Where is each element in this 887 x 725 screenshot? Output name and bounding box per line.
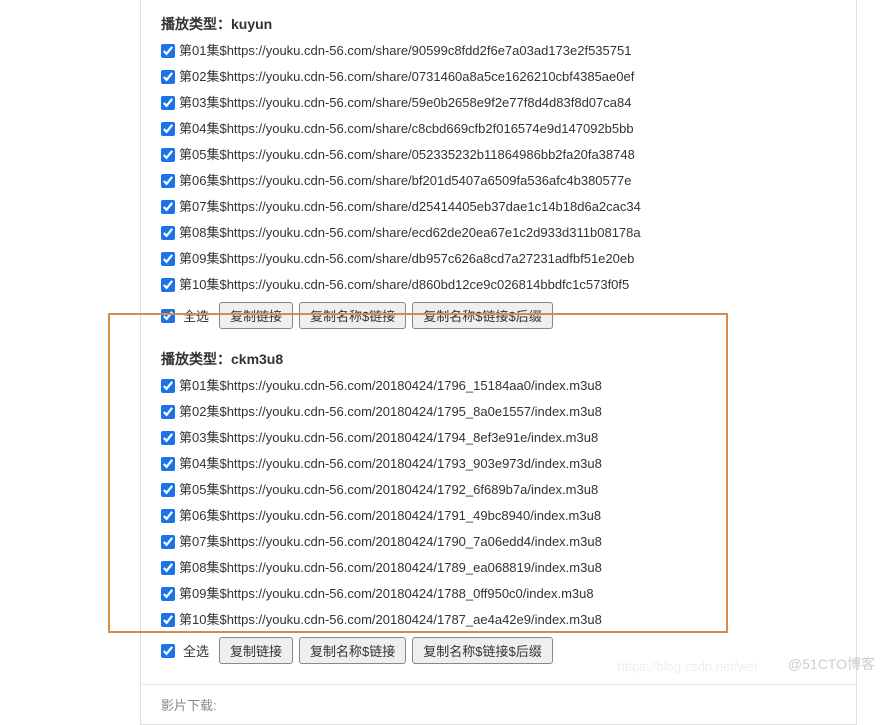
link-checkbox[interactable] — [161, 174, 175, 188]
link-row: 第05集$https://youku.cdn-56.com/20180424/1… — [161, 477, 836, 503]
link-row: 第04集$https://youku.cdn-56.com/20180424/1… — [161, 451, 836, 477]
type-name: ckm3u8 — [231, 351, 283, 367]
link-checkbox[interactable] — [161, 457, 175, 471]
link-checkbox[interactable] — [161, 379, 175, 393]
actions-row: 全选 复制链接 复制名称$链接 复制名称$链接$后缀 — [161, 298, 836, 337]
link-text: 第05集$https://youku.cdn-56.com/20180424/1… — [179, 480, 598, 500]
link-row: 第09集$https://youku.cdn-56.com/20180424/1… — [161, 581, 836, 607]
section-header: 播放类型：kuyun — [161, 8, 836, 38]
link-text: 第09集$https://youku.cdn-56.com/share/db95… — [179, 249, 634, 269]
play-section-kuyun: 播放类型：kuyun 第01集$https://youku.cdn-56.com… — [141, 8, 856, 343]
select-all-label: 全选 — [183, 306, 209, 325]
type-label: 播放类型： — [161, 351, 231, 367]
download-section: 影片下载: — [141, 684, 856, 724]
link-row: 第10集$https://youku.cdn-56.com/share/d860… — [161, 272, 836, 298]
link-row: 第03集$https://youku.cdn-56.com/share/59e0… — [161, 90, 836, 116]
link-text: 第07集$https://youku.cdn-56.com/share/d254… — [179, 197, 641, 217]
link-checkbox[interactable] — [161, 122, 175, 136]
link-row: 第07集$https://youku.cdn-56.com/share/d254… — [161, 194, 836, 220]
link-row: 第08集$https://youku.cdn-56.com/share/ecd6… — [161, 220, 836, 246]
select-all-label: 全选 — [183, 641, 209, 660]
link-text: 第04集$https://youku.cdn-56.com/share/c8cb… — [179, 119, 634, 139]
type-label: 播放类型： — [161, 16, 231, 32]
link-checkbox[interactable] — [161, 431, 175, 445]
watermark: @51CTO博客 — [788, 654, 875, 674]
link-checkbox[interactable] — [161, 561, 175, 575]
link-text: 第09集$https://youku.cdn-56.com/20180424/1… — [179, 584, 594, 604]
select-all-checkbox[interactable] — [161, 644, 175, 658]
link-row: 第07集$https://youku.cdn-56.com/20180424/1… — [161, 529, 836, 555]
link-row: 第02集$https://youku.cdn-56.com/20180424/1… — [161, 399, 836, 425]
link-row: 第01集$https://youku.cdn-56.com/20180424/1… — [161, 373, 836, 399]
copy-name-link-button[interactable]: 复制名称$链接 — [299, 302, 406, 329]
link-text: 第03集$https://youku.cdn-56.com/share/59e0… — [179, 93, 631, 113]
copy-name-link-suffix-button[interactable]: 复制名称$链接$后缀 — [412, 637, 552, 664]
link-list: 第01集$https://youku.cdn-56.com/share/9059… — [161, 38, 836, 298]
section-header: 播放类型：ckm3u8 — [161, 343, 836, 373]
link-checkbox[interactable] — [161, 226, 175, 240]
link-text: 第04集$https://youku.cdn-56.com/20180424/1… — [179, 454, 602, 474]
link-checkbox[interactable] — [161, 535, 175, 549]
download-label: 影片下载: — [161, 698, 217, 713]
link-checkbox[interactable] — [161, 70, 175, 84]
play-section-ckm3u8: 播放类型：ckm3u8 第01集$https://youku.cdn-56.co… — [141, 343, 856, 678]
link-checkbox[interactable] — [161, 278, 175, 292]
link-text: 第03集$https://youku.cdn-56.com/20180424/1… — [179, 428, 598, 448]
link-row: 第06集$https://youku.cdn-56.com/share/bf20… — [161, 168, 836, 194]
link-text: 第02集$https://youku.cdn-56.com/share/0731… — [179, 67, 634, 87]
copy-name-link-button[interactable]: 复制名称$链接 — [299, 637, 406, 664]
link-list: 第01集$https://youku.cdn-56.com/20180424/1… — [161, 373, 836, 633]
link-text: 第08集$https://youku.cdn-56.com/share/ecd6… — [179, 223, 641, 243]
watermark-faint: https://blog.csdn.net/wei — [618, 659, 757, 674]
copy-name-link-suffix-button[interactable]: 复制名称$链接$后缀 — [412, 302, 552, 329]
link-text: 第10集$https://youku.cdn-56.com/20180424/1… — [179, 610, 602, 630]
link-text: 第07集$https://youku.cdn-56.com/20180424/1… — [179, 532, 602, 552]
link-row: 第10集$https://youku.cdn-56.com/20180424/1… — [161, 607, 836, 633]
link-row: 第06集$https://youku.cdn-56.com/20180424/1… — [161, 503, 836, 529]
link-row: 第08集$https://youku.cdn-56.com/20180424/1… — [161, 555, 836, 581]
type-name: kuyun — [231, 16, 272, 32]
link-text: 第08集$https://youku.cdn-56.com/20180424/1… — [179, 558, 602, 578]
link-checkbox[interactable] — [161, 509, 175, 523]
link-checkbox[interactable] — [161, 148, 175, 162]
link-row: 第05集$https://youku.cdn-56.com/share/0523… — [161, 142, 836, 168]
link-text: 第06集$https://youku.cdn-56.com/share/bf20… — [179, 171, 631, 191]
link-text: 第01集$https://youku.cdn-56.com/share/9059… — [179, 41, 631, 61]
link-checkbox[interactable] — [161, 252, 175, 266]
link-row: 第01集$https://youku.cdn-56.com/share/9059… — [161, 38, 836, 64]
link-text: 第10集$https://youku.cdn-56.com/share/d860… — [179, 275, 629, 295]
copy-link-button[interactable]: 复制链接 — [219, 302, 293, 329]
link-checkbox[interactable] — [161, 200, 175, 214]
link-checkbox[interactable] — [161, 96, 175, 110]
link-text: 第05集$https://youku.cdn-56.com/share/0523… — [179, 145, 635, 165]
link-text: 第01集$https://youku.cdn-56.com/20180424/1… — [179, 376, 602, 396]
link-checkbox[interactable] — [161, 405, 175, 419]
link-checkbox[interactable] — [161, 587, 175, 601]
select-all-checkbox[interactable] — [161, 309, 175, 323]
link-checkbox[interactable] — [161, 483, 175, 497]
link-checkbox[interactable] — [161, 44, 175, 58]
copy-link-button[interactable]: 复制链接 — [219, 637, 293, 664]
link-row: 第09集$https://youku.cdn-56.com/share/db95… — [161, 246, 836, 272]
link-checkbox[interactable] — [161, 613, 175, 627]
link-row: 第02集$https://youku.cdn-56.com/share/0731… — [161, 64, 836, 90]
link-row: 第03集$https://youku.cdn-56.com/20180424/1… — [161, 425, 836, 451]
link-row: 第04集$https://youku.cdn-56.com/share/c8cb… — [161, 116, 836, 142]
link-text: 第06集$https://youku.cdn-56.com/20180424/1… — [179, 506, 601, 526]
link-text: 第02集$https://youku.cdn-56.com/20180424/1… — [179, 402, 602, 422]
content-area: 播放类型：kuyun 第01集$https://youku.cdn-56.com… — [140, 0, 857, 725]
